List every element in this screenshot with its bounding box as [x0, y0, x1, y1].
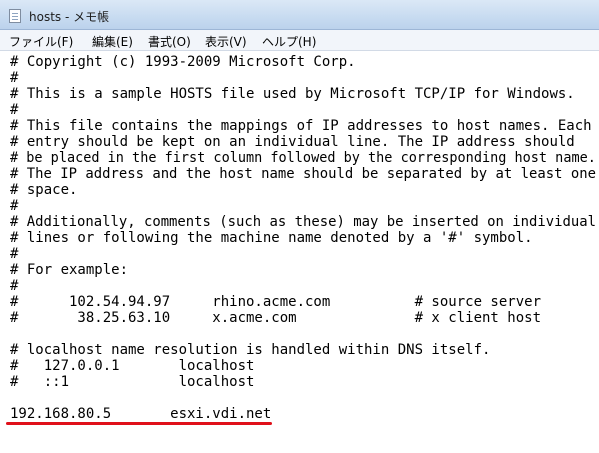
text-line: # 127.0.0.1 localhost [10, 358, 255, 374]
text-line: # space. [10, 182, 78, 198]
window-title: hosts - メモ帳 [29, 10, 110, 24]
text-line: # This is a sample HOSTS file used by Mi… [10, 86, 575, 102]
text-line: # This file contains the mappings of IP … [10, 118, 592, 134]
text-editor-area[interactable]: # Copyright (c) 1993-2009 Microsoft Corp… [0, 51, 599, 453]
text-line: # 38.25.63.10 x.acme.com # x client host [10, 310, 542, 326]
text-line: # localhost name resolution is handled w… [10, 342, 491, 358]
text-line: # [10, 102, 19, 118]
text-line: # be placed in the first column followed… [10, 150, 596, 166]
text-line: # ::1 localhost [10, 374, 255, 390]
menu-bar: ファイル(F) 編集(E) 書式(O) 表示(V) ヘルプ(H) [0, 30, 599, 51]
text-line: # Additionally, comments (such as these)… [10, 214, 597, 230]
menu-format[interactable]: 書式(O) [148, 33, 191, 50]
text-line: # The IP address and the host name shoul… [10, 166, 597, 182]
text-line: # [10, 246, 19, 262]
menu-file[interactable]: ファイル(F) [9, 33, 73, 50]
window-title-bar[interactable]: hosts - メモ帳 [0, 0, 599, 30]
text-line: # 102.54.94.97 rhino.acme.com # source s… [10, 294, 542, 310]
text-line: # lines or following the machine name de… [10, 230, 533, 246]
notepad-icon [9, 9, 21, 23]
menu-help[interactable]: ヘルプ(H) [262, 33, 316, 50]
text-line: # For example: [10, 262, 129, 278]
menu-edit[interactable]: 編集(E) [92, 33, 133, 50]
text-line: # entry should be kept on an individual … [10, 134, 575, 150]
red-highlight-underline [6, 422, 272, 425]
text-line: # [10, 278, 19, 294]
menu-view[interactable]: 表示(V) [205, 33, 247, 50]
text-line: # [10, 198, 19, 214]
text-line: # [10, 70, 19, 86]
text-line: # Copyright (c) 1993-2009 Microsoft Corp… [10, 54, 356, 70]
text-line-custom-entry: 192.168.80.5 esxi.vdi.net [10, 406, 272, 422]
